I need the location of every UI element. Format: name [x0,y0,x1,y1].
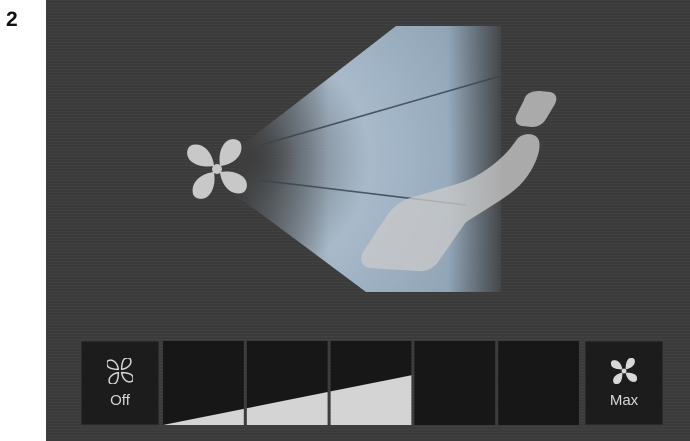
fan-solid-icon [611,358,637,384]
fan-level-segment[interactable] [414,341,496,425]
fan-level-segment[interactable] [498,341,579,425]
fan-off-button[interactable]: Off [81,341,159,425]
climate-screen: Off Max [46,0,690,441]
fan-outline-icon [107,358,133,384]
fan-max-label: Max [609,392,639,409]
fan-level-bar: Off Max [81,341,663,427]
fan-level-slider[interactable] [163,341,579,427]
fan-max-button[interactable]: Max [585,341,663,425]
fan-off-label: Off [110,392,130,409]
figure-number: 2 [6,8,18,31]
